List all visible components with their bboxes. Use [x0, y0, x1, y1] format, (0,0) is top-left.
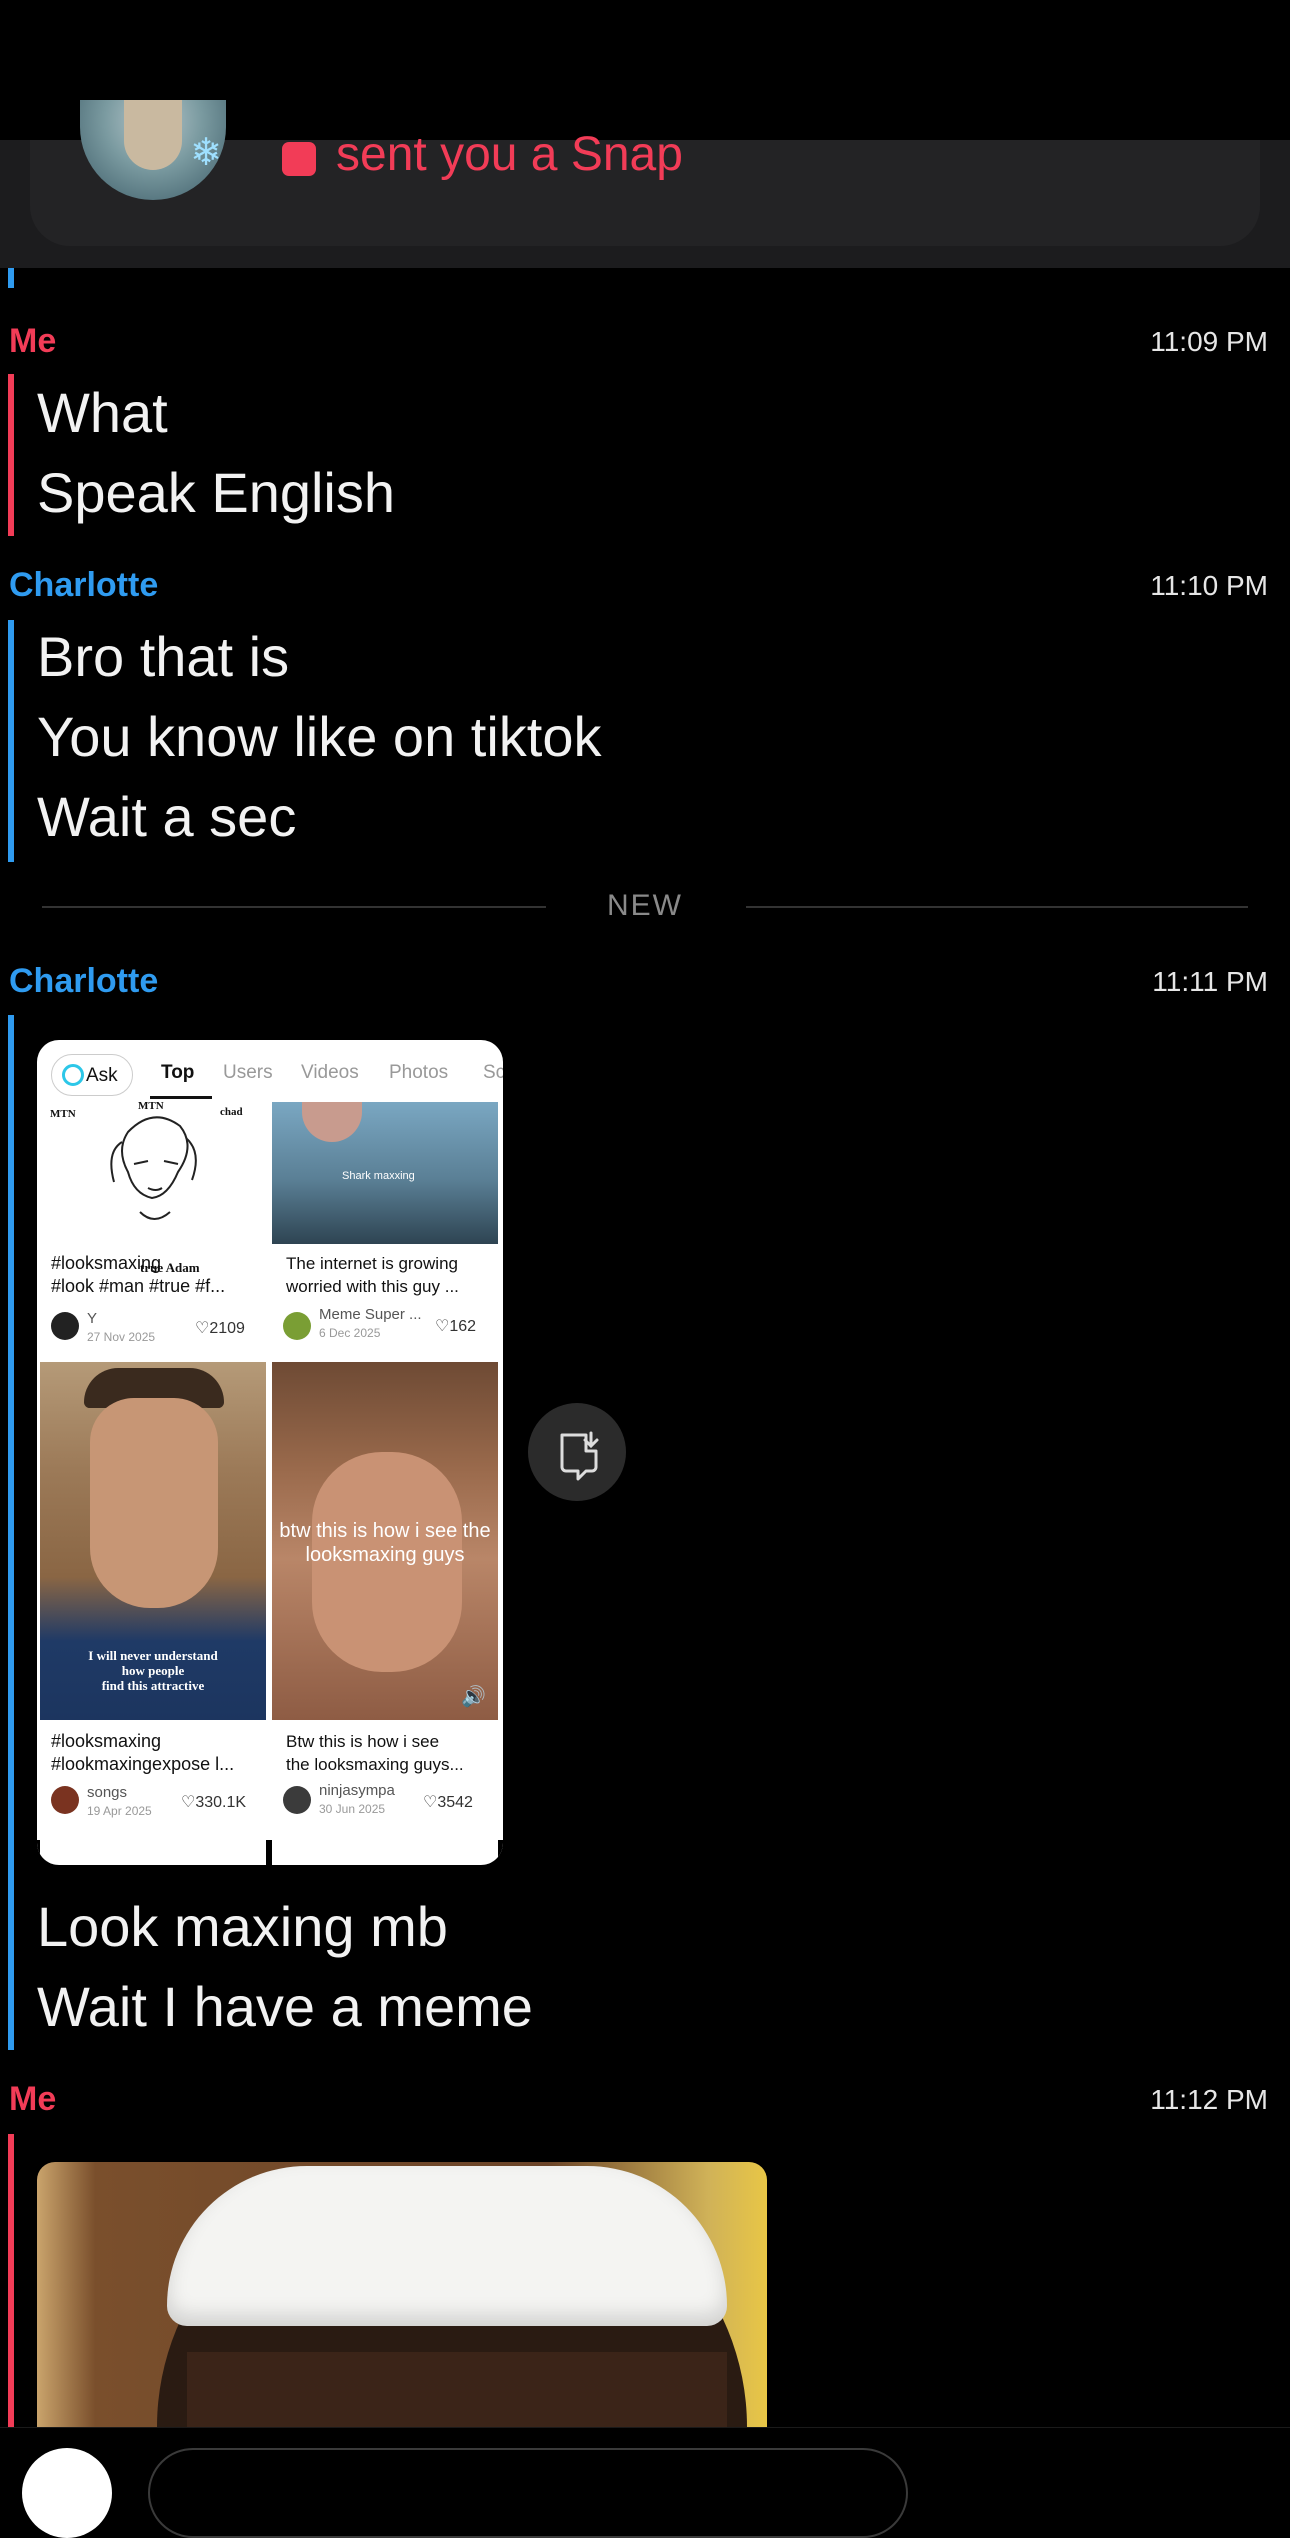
- user-avatar: [283, 1312, 311, 1340]
- tiktok-username: Y: [87, 1310, 98, 1327]
- save-icon: [560, 1431, 599, 1481]
- tiktok-tab-users: Users: [223, 1062, 273, 1083]
- tiktok-caption: #look #man #true #f...: [51, 1276, 226, 1296]
- notification-text: sent you a Snap: [336, 128, 683, 181]
- message-time: 11:10 PM: [1150, 570, 1268, 601]
- save-to-chat-button[interactable]: [528, 1403, 626, 1501]
- ask-label: Ask: [86, 1065, 118, 1086]
- tiktok-tab-videos: Videos: [301, 1062, 359, 1083]
- divider-line-left: [42, 906, 546, 908]
- divider-line-right: [746, 906, 1248, 908]
- thumb-text: how people: [121, 1663, 185, 1678]
- thumb-text: chad: [220, 1106, 243, 1118]
- tiktok-screenshot-image[interactable]: Ask Top Users Videos Photos Sc MTN MTN c…: [37, 1040, 503, 1865]
- tiktok-date: 27 Nov 2025: [87, 1330, 156, 1344]
- user-avatar: [283, 1786, 311, 1814]
- user-avatar: [51, 1786, 79, 1814]
- volume-icon: 🔊: [461, 1686, 486, 1708]
- chat-message: Speak English: [37, 461, 396, 524]
- tiktok-caption: worried with this guy ...: [286, 1277, 459, 1296]
- tiktok-thumbnail-shark: Shark maxxing: [272, 1102, 498, 1244]
- tiktok-caption: #looksmaxing: [51, 1731, 162, 1751]
- thumb-text: find this attractive: [101, 1678, 205, 1693]
- message-bar: [8, 1015, 14, 2050]
- chat-input[interactable]: [148, 2448, 908, 2538]
- message-bar: [8, 620, 14, 862]
- camera-button[interactable]: [22, 2448, 112, 2538]
- likes-count: 330.1K: [195, 1794, 247, 1811]
- tiktok-date: 30 Jun 2025: [319, 1802, 386, 1816]
- tiktok-likes: ♡162: [435, 1318, 477, 1335]
- tiktok-likes: ♡330.1K: [181, 1794, 247, 1811]
- meme-image[interactable]: [37, 2162, 767, 2427]
- tiktok-tabs: Ask Top Users Videos Photos Sc: [37, 1040, 503, 1100]
- message-time: 11:12 PM: [1150, 2084, 1268, 2115]
- tiktok-username: Meme Super ...: [319, 1306, 422, 1323]
- chat-message: What: [37, 381, 168, 444]
- thumb-text: btw this is how i see the: [279, 1520, 491, 1542]
- tiktok-username: ninjasympa: [319, 1782, 395, 1799]
- tiktok-caption: Btw this is how i see: [286, 1732, 440, 1751]
- tiktok-caption: #looksmaxing: [51, 1253, 162, 1273]
- ask-icon: [62, 1064, 84, 1086]
- chat-message: You know like on tiktok: [37, 705, 602, 768]
- tiktok-username: songs: [87, 1784, 128, 1801]
- likes-count: 3542: [437, 1794, 473, 1811]
- sender-name: Me: [9, 2080, 57, 2118]
- tiktok-tab-photos: Photos: [389, 1062, 449, 1083]
- tiktok-date: 6 Dec 2025: [319, 1326, 381, 1340]
- tiktok-tab-top: Top: [161, 1062, 195, 1083]
- sender-name: Charlotte: [9, 962, 159, 1000]
- tiktok-caption: the looksmaxing guys...: [286, 1755, 464, 1774]
- user-avatar: [51, 1312, 79, 1340]
- message-bar: [8, 374, 14, 536]
- active-tab-indicator: [150, 1096, 212, 1099]
- message-bar: [8, 2134, 14, 2427]
- chat-message: Look maxing mb: [37, 1895, 448, 1958]
- tiktok-caption: #lookmaxingexpose l...: [51, 1754, 235, 1774]
- chat-message: Wait I have a meme: [37, 1975, 533, 2038]
- tiktok-caption: The internet is growing: [286, 1254, 458, 1273]
- sender-name: Charlotte: [9, 566, 159, 604]
- sender-name: Me: [9, 322, 57, 360]
- message-time: 11:09 PM: [1150, 326, 1268, 357]
- tiktok-likes: ♡2109: [195, 1320, 245, 1337]
- chat-message: Wait a sec: [37, 785, 297, 848]
- new-divider-label: NEW: [607, 889, 683, 922]
- chat-message: Bro that is: [37, 625, 290, 688]
- tiktok-ask-button: Ask: [51, 1054, 133, 1096]
- tiktok-likes: ♡3542: [423, 1794, 473, 1811]
- tiktok-date: 19 Apr 2025: [87, 1804, 152, 1818]
- tiktok-thumbnail-boy: btw this is how i see the looksmaxing gu…: [272, 1362, 498, 1720]
- snap-icon: [282, 142, 316, 176]
- likes-count: 2109: [209, 1320, 245, 1337]
- tiktok-thumbnail-man: I will never understand how people find …: [40, 1362, 266, 1720]
- message-time: 11:11 PM: [1152, 966, 1268, 997]
- thumb-text: I will never understand: [88, 1648, 218, 1663]
- thumb-text: MTN: [138, 1102, 164, 1112]
- thumb-text: looksmaxing guys: [305, 1544, 465, 1566]
- thumb-text: Shark maxxing: [342, 1170, 415, 1182]
- thumb-text: MTN: [50, 1108, 76, 1120]
- tiktok-tab-more: Sc: [483, 1062, 503, 1083]
- likes-count: 162: [449, 1318, 477, 1335]
